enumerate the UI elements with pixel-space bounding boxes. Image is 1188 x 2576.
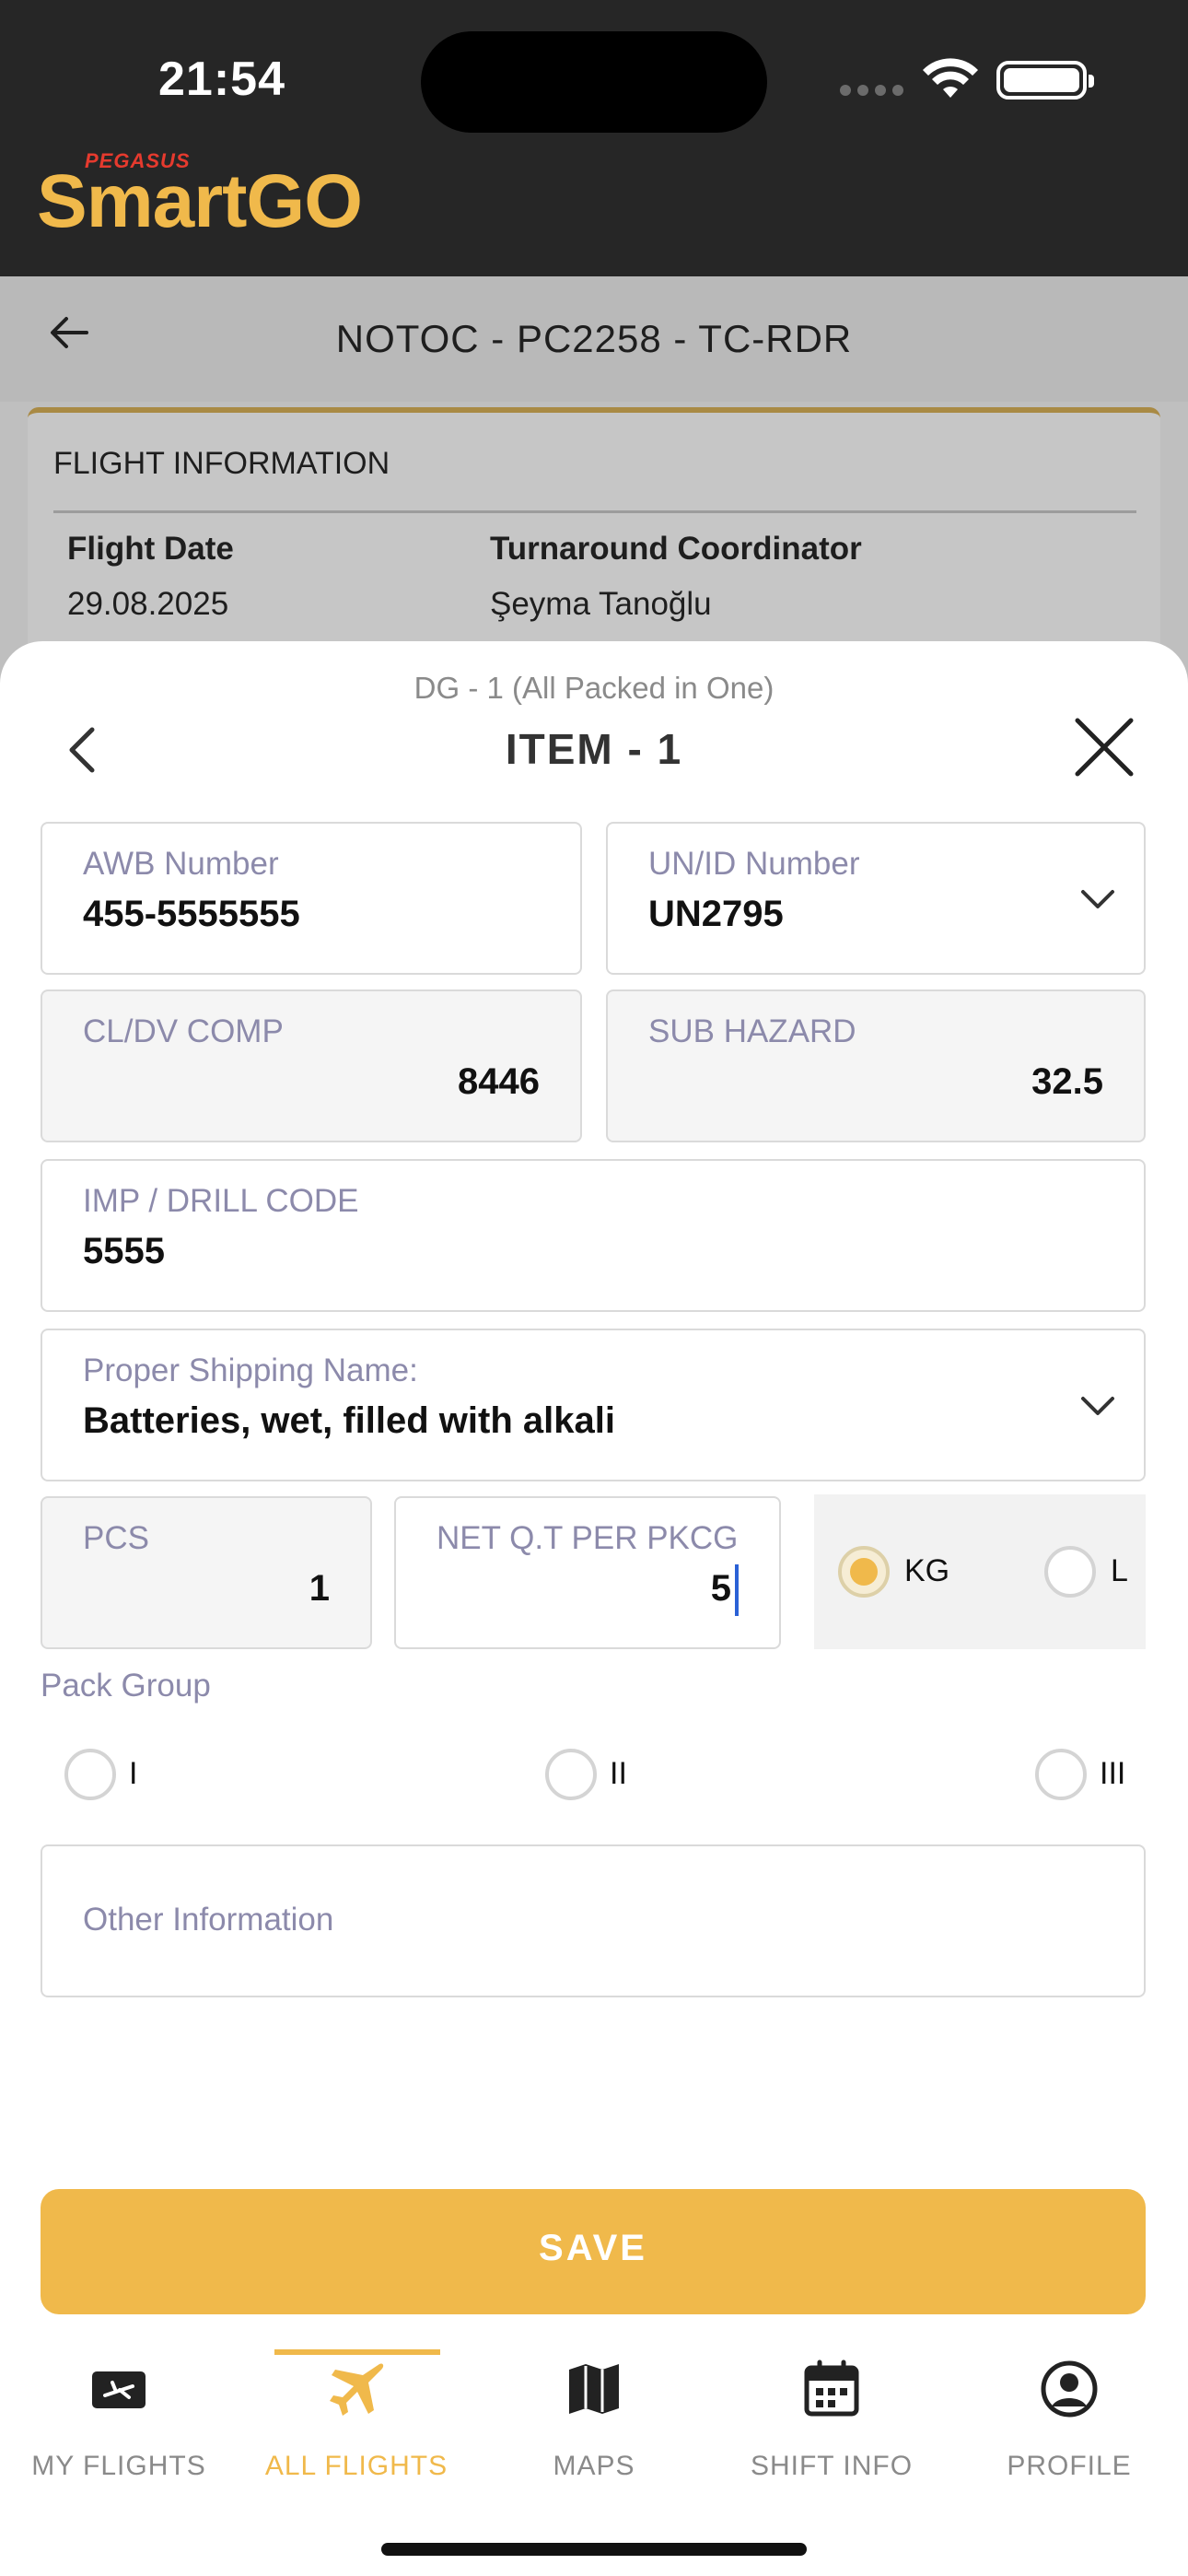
pack-group-ii-radio[interactable] <box>545 1749 597 1800</box>
chevron-down-icon <box>1081 1397 1114 1415</box>
tab-maps-label: MAPS <box>553 2451 635 2481</box>
pack-group-i-label: I <box>129 1756 138 1791</box>
pack-group-label: Pack Group <box>41 1668 211 1704</box>
logo-smartgo: SmartGO <box>37 159 363 243</box>
cl-dv-comp-field: CL/DV COMP 8446 <box>41 989 582 1142</box>
pcs-field: PCS 1 <box>41 1496 372 1649</box>
text-cursor <box>735 1564 739 1616</box>
imp-drill-code-label: IMP / DRILL CODE <box>83 1183 359 1219</box>
un-id-number-select[interactable]: UN/ID Number UN2795 <box>606 822 1146 975</box>
imp-drill-code-field[interactable]: IMP / DRILL CODE 5555 <box>41 1159 1146 1312</box>
tab-shift-info[interactable]: SHIFT INFO <box>713 2359 950 2497</box>
tab-maps[interactable]: MAPS <box>475 2359 713 2497</box>
proper-shipping-name-label: Proper Shipping Name: <box>83 1352 418 1388</box>
coordinator-label: Turnaround Coordinator <box>490 531 862 567</box>
close-icon[interactable] <box>1072 715 1136 779</box>
battery-icon <box>996 61 1094 100</box>
imp-drill-code-value: 5555 <box>83 1231 165 1271</box>
divider <box>53 510 1136 513</box>
cl-dv-comp-label: CL/DV COMP <box>83 1013 284 1049</box>
airplane-icon <box>330 2363 384 2416</box>
sheet-title: ITEM - 1 <box>505 725 683 773</box>
calendar-icon <box>804 2359 859 2417</box>
unit-radio-group: KG L <box>814 1494 1146 1649</box>
page-title: NOTOC - PC2258 - TC-RDR <box>335 317 853 360</box>
tab-all-flights-label: ALL FLIGHTS <box>264 2451 448 2481</box>
chevron-left-icon[interactable] <box>61 722 103 778</box>
unit-kg-label: KG <box>904 1553 950 1588</box>
tab-profile-label: PROFILE <box>1007 2451 1132 2481</box>
net-qty-label: NET Q.T PER PKCG <box>437 1520 739 1556</box>
flight-info-heading: FLIGHT INFORMATION <box>53 446 390 481</box>
sub-hazard-value: 32.5 <box>1031 1061 1103 1102</box>
unit-l-radio[interactable] <box>1044 1546 1096 1598</box>
flight-date-label: Flight Date <box>67 531 234 567</box>
chevron-down-icon <box>1081 890 1114 908</box>
save-button-label: SAVE <box>539 2228 647 2268</box>
pack-group-ii-label: II <box>610 1756 627 1791</box>
tab-all-flights[interactable]: ALL FLIGHTS <box>238 2359 475 2497</box>
pcs-value: 1 <box>309 1568 330 1609</box>
un-id-number-value: UN2795 <box>648 894 784 934</box>
sub-hazard-field: SUB HAZARD 32.5 <box>606 989 1146 1142</box>
tab-shift-info-label: SHIFT INFO <box>750 2451 914 2481</box>
dynamic-island <box>421 31 767 133</box>
awb-number-value: 455-5555555 <box>83 894 300 934</box>
other-information-placeholder: Other Information <box>83 1902 334 1938</box>
user-circle-icon <box>1041 2360 1098 2418</box>
pack-group-iii-radio[interactable] <box>1035 1749 1087 1800</box>
unit-l-label: L <box>1111 1553 1128 1588</box>
active-tab-indicator <box>274 2349 440 2355</box>
unit-kg-radio[interactable] <box>838 1546 890 1598</box>
net-qty-value: 5 <box>710 1568 731 1609</box>
awb-number-label: AWB Number <box>83 846 279 882</box>
cl-dv-comp-value: 8446 <box>458 1061 540 1102</box>
tab-profile[interactable]: PROFILE <box>950 2359 1188 2497</box>
save-button[interactable]: SAVE <box>41 2189 1146 2314</box>
sub-hazard-label: SUB HAZARD <box>648 1013 856 1049</box>
wifi-icon <box>923 58 978 98</box>
net-qty-per-package-input[interactable]: NET Q.T PER PKCG 5 <box>394 1496 781 1649</box>
home-indicator <box>381 2543 807 2556</box>
proper-shipping-name-select[interactable]: Proper Shipping Name: Batteries, wet, fi… <box>41 1329 1146 1481</box>
sheet-subtitle: DG - 1 (All Packed in One) <box>413 671 775 705</box>
ticket-plane-icon <box>92 2371 146 2408</box>
pack-group-i-radio[interactable] <box>64 1749 116 1800</box>
coordinator-value: Şeyma Tanoğlu <box>490 586 712 622</box>
pack-group-iii-label: III <box>1100 1756 1126 1791</box>
proper-shipping-name-value: Batteries, wet, filled with alkali <box>83 1400 615 1441</box>
status-time: 21:54 <box>158 53 285 106</box>
un-id-number-label: UN/ID Number <box>648 846 860 882</box>
tab-my-flights[interactable]: MY FLIGHTS <box>0 2359 238 2497</box>
pcs-label: PCS <box>83 1520 149 1556</box>
flight-date-value: 29.08.2025 <box>67 586 229 622</box>
map-icon <box>569 2364 619 2414</box>
tab-my-flights-label: MY FLIGHTS <box>31 2451 206 2481</box>
other-information-field[interactable]: Other Information <box>41 1844 1146 1997</box>
cellular-signal-icon <box>840 85 904 98</box>
awb-number-field[interactable]: AWB Number 455-5555555 <box>41 822 582 975</box>
